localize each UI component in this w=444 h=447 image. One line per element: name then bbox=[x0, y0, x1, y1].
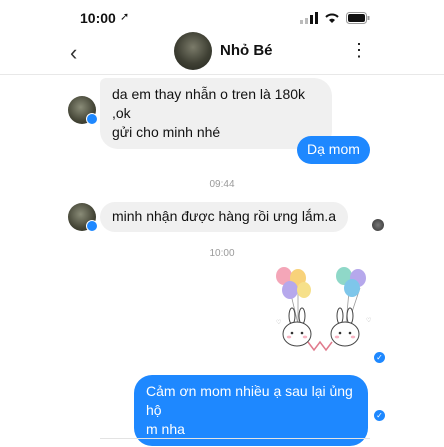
status-bar: 10:00 ➚ bbox=[0, 0, 444, 30]
location-arrow-icon: ➚ bbox=[120, 11, 130, 23]
messenger-badge-icon bbox=[86, 113, 98, 125]
status-icons bbox=[300, 12, 370, 24]
contact-avatar[interactable] bbox=[174, 32, 212, 70]
battery-icon bbox=[346, 12, 370, 24]
composer-bar-edge bbox=[100, 438, 370, 447]
contact-name[interactable]: Nhỏ Bé bbox=[220, 42, 273, 59]
svg-text:♡: ♡ bbox=[276, 319, 281, 326]
outgoing-message[interactable]: Dạ mom bbox=[297, 136, 370, 164]
message-line: m nha bbox=[146, 421, 185, 437]
outgoing-message[interactable]: Cảm ơn mom nhiều ạ sau lại ủng hộ m nha bbox=[134, 375, 368, 446]
wifi-icon bbox=[325, 13, 339, 23]
timestamp: 09:44 bbox=[209, 179, 235, 190]
incoming-message[interactable]: minh nhận được hàng rồi ưng lắm.a bbox=[100, 202, 349, 232]
message-line: Cảm ơn mom nhiều ạ sau lại ủng hộ bbox=[146, 383, 353, 418]
svg-text:♡: ♡ bbox=[366, 317, 371, 324]
back-chevron-icon[interactable]: ‹ bbox=[70, 40, 77, 66]
signal-icon bbox=[300, 12, 318, 24]
seen-check-icon: ✓ bbox=[374, 352, 385, 363]
incoming-message[interactable]: da em thay nhẫn o tren là 180k ,ok gửi c… bbox=[100, 78, 332, 149]
seen-avatar bbox=[372, 219, 384, 231]
conversation-header: ‹ Nhỏ Bé ⋮ bbox=[0, 30, 444, 75]
bunny-balloons-sticker[interactable]: ♡ ♡ bbox=[268, 262, 378, 362]
seen-check-icon: ✓ bbox=[374, 410, 385, 421]
messenger-badge-icon bbox=[86, 220, 98, 232]
message-text: Dạ mom bbox=[307, 141, 360, 157]
timestamp: 10:00 bbox=[209, 248, 235, 259]
more-options-icon[interactable]: ⋮ bbox=[350, 40, 368, 61]
message-line: gửi cho minh nhé bbox=[112, 124, 221, 140]
message-line: da em thay nhẫn o tren là 180k ,ok bbox=[112, 86, 306, 121]
status-time: 10:00 bbox=[80, 10, 116, 26]
message-text: minh nhận được hàng rồi ưng lắm.a bbox=[112, 208, 337, 224]
